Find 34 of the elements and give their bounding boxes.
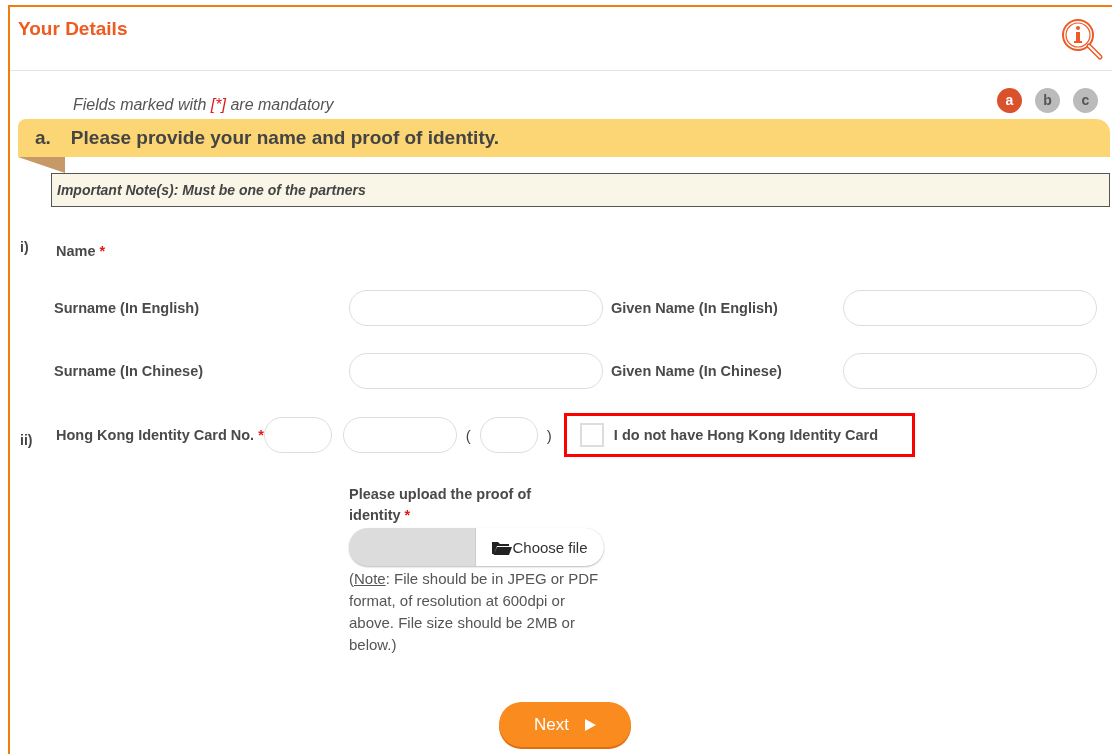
- field-label: Please upload the proof of identity *: [349, 485, 533, 525]
- important-note: Important Note(s): Must be one of the partners: [51, 173, 1110, 207]
- input-field[interactable]: [349, 353, 603, 389]
- section-heading: Please provide your name and proof of identity.: [70, 127, 500, 149]
- field-label: Hong Kong Identity Card No. *: [56, 427, 264, 443]
- input-field[interactable]: [349, 290, 603, 326]
- parenthesis: (: [464, 426, 472, 444]
- checkbox[interactable]: [579, 423, 604, 447]
- info-search-icon[interactable]: [1060, 17, 1104, 61]
- checkbox-label[interactable]: I do not have Hong Kong Identity Card: [613, 427, 879, 443]
- item-number: i): [19, 239, 30, 255]
- parenthesis: ): [545, 426, 553, 444]
- input-field[interactable]: [479, 417, 538, 453]
- field-label: Name *: [56, 243, 106, 259]
- item-number: ii): [19, 432, 34, 448]
- input-field[interactable]: [843, 290, 1097, 326]
- file-note: (Note: File should be in JPEG or PDF format, of resolution at 600dpi or above. File size should be 2MB or below.): [349, 569, 600, 655]
- step-indicator[interactable]: a: [997, 87, 1022, 113]
- field-label: Surname (In Chinese): [54, 363, 205, 379]
- step-indicator[interactable]: b: [1035, 87, 1060, 113]
- file-field[interactable]: Choose file: [349, 528, 604, 566]
- input-field[interactable]: [263, 417, 332, 453]
- field-label: Given Name (In Chinese): [611, 363, 783, 379]
- play-icon: [585, 718, 596, 731]
- input-field[interactable]: [843, 353, 1097, 389]
- input-field[interactable]: [342, 417, 457, 453]
- mandatory-note: Fields marked with [*] are mandatory: [73, 96, 334, 114]
- field-label: Given Name (In English): [611, 300, 779, 316]
- section-letter: a.: [35, 127, 51, 149]
- note-link[interactable]: Note: [354, 570, 386, 587]
- page-title: Your Details: [18, 18, 128, 40]
- field-label: Surname (In English): [54, 300, 200, 316]
- step-indicator[interactable]: c: [1073, 87, 1098, 113]
- folder-icon: [492, 539, 513, 555]
